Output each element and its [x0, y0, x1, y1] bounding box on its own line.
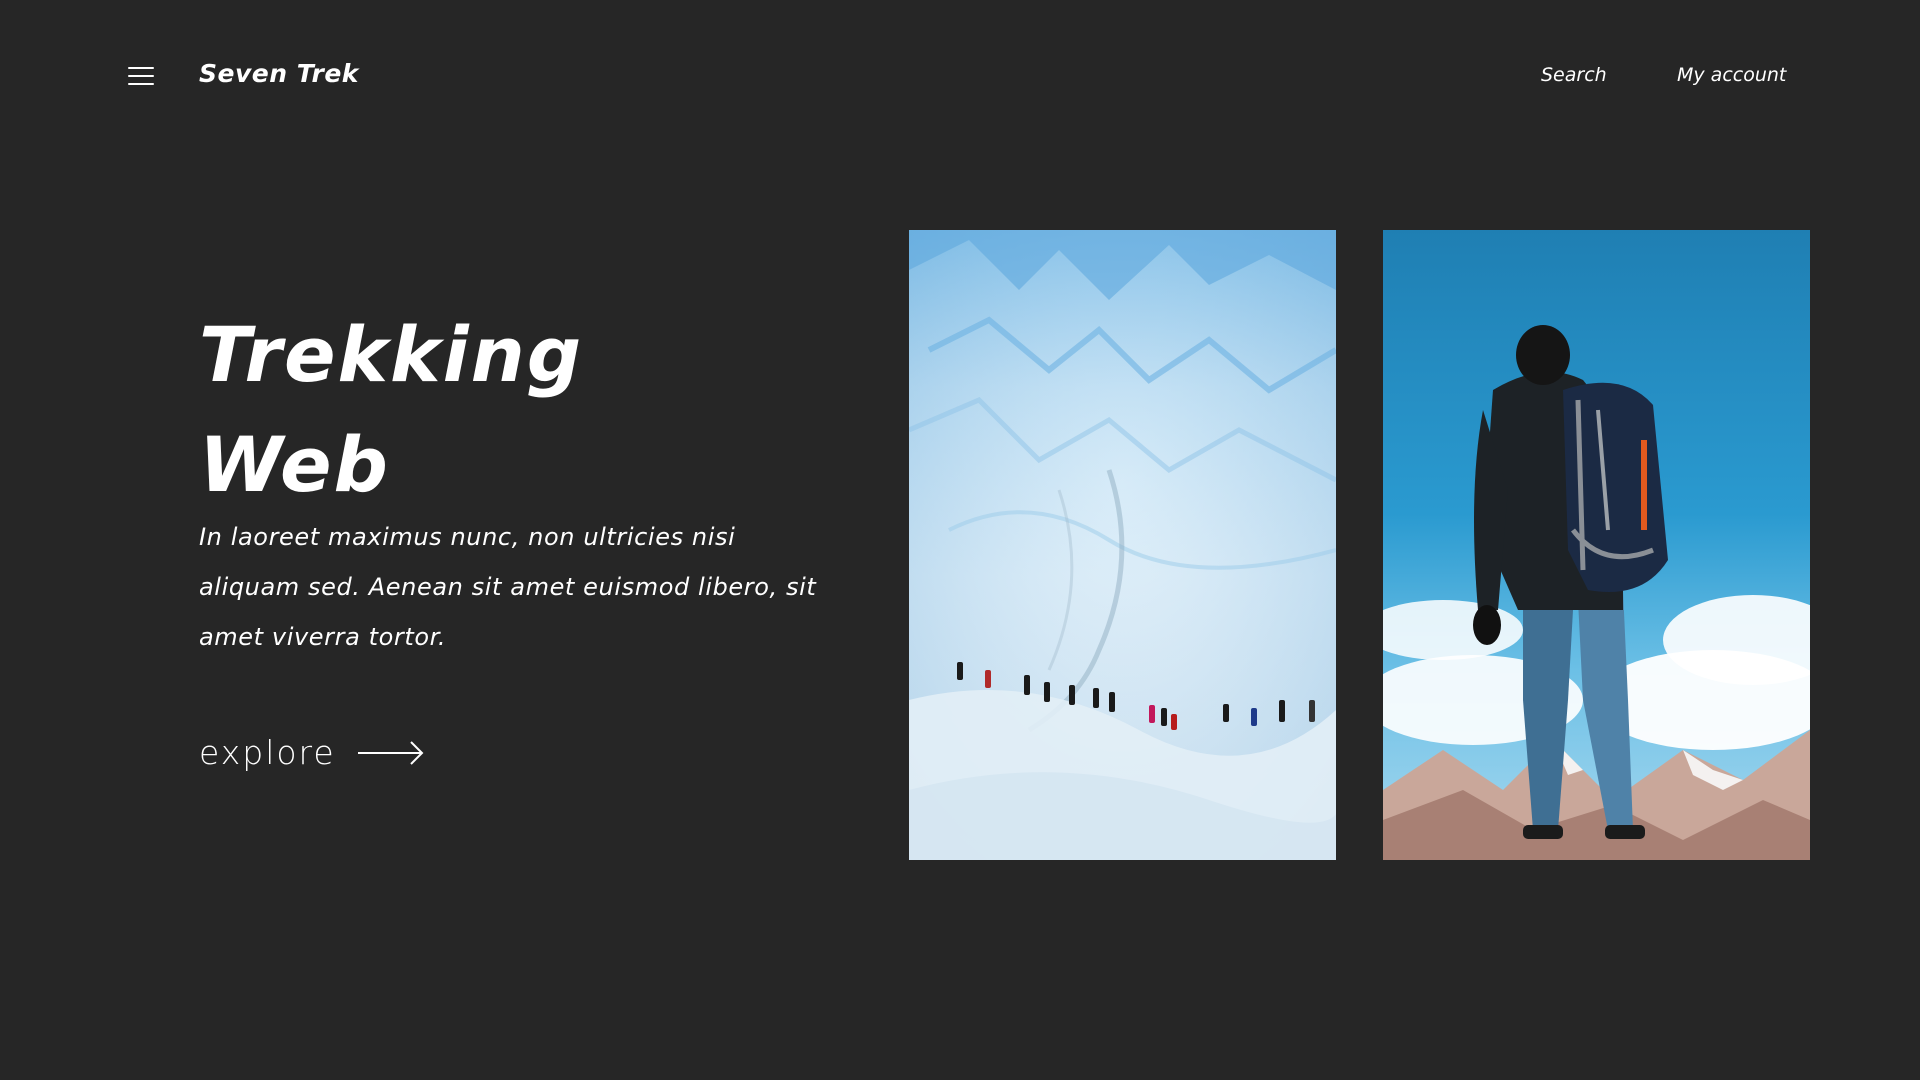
hero-description: In laoreet maximus nunc, non ultricies n… [199, 523, 817, 651]
menu-line [128, 67, 154, 69]
menu-line [128, 75, 154, 77]
arrow-right-icon [357, 741, 424, 765]
hamburger-menu-icon[interactable] [128, 66, 154, 86]
nav-search-link[interactable]: Search [1541, 62, 1607, 88]
brand-logo[interactable]: Seven Trek [199, 58, 359, 90]
nav-my-account-link[interactable]: My account [1677, 62, 1786, 88]
hero-title-line-1: Trekking [199, 310, 584, 399]
hero-title: Trekking Web [199, 300, 583, 520]
hero-title-line-2: Web [199, 420, 390, 509]
menu-line [128, 83, 154, 85]
landing-page: Seven Trek Search My account Trekking We… [0, 0, 1920, 1080]
explore-label: explore [199, 733, 336, 772]
glacier-hikers-image [909, 230, 1336, 860]
explore-button[interactable]: explore [199, 730, 426, 776]
backpacker-mountain-image [1383, 230, 1810, 860]
